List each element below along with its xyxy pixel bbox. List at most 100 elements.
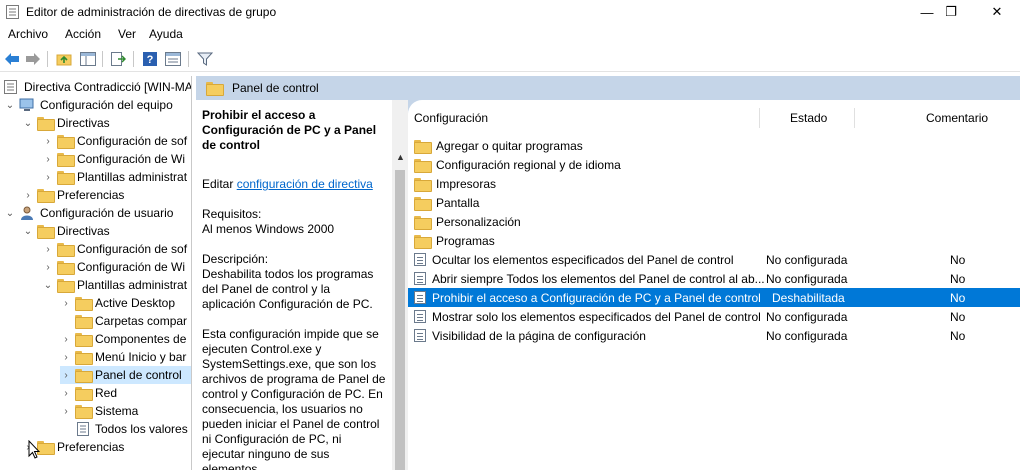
edit-prefix: Editar (202, 177, 234, 191)
chevron-right-icon[interactable]: › (42, 243, 54, 255)
tree-label: Panel de control (95, 368, 182, 382)
policy-setting-icon (414, 272, 426, 285)
scroll-up-icon[interactable]: ▲ (396, 152, 405, 162)
tree-preferencias[interactable]: › Preferencias (22, 186, 124, 204)
tree-root[interactable]: Directiva Contradicció [WIN-MA (2, 78, 192, 96)
column-header-comment[interactable]: Comentario (926, 108, 988, 128)
chevron-down-icon[interactable]: ⌄ (4, 207, 16, 219)
chevron-right-icon[interactable]: › (42, 261, 54, 273)
item-name: Configuración regional y de idioma (436, 157, 621, 172)
chevron-right-icon[interactable]: › (60, 351, 72, 363)
tree-network[interactable]: › Red (60, 384, 117, 402)
show-hide-tree-button[interactable] (79, 50, 97, 68)
export-list-button[interactable] (109, 50, 127, 68)
tree-directivas[interactable]: ⌄ Directivas (22, 114, 110, 132)
tree-admin-templates[interactable]: ⌄ Plantillas administrat (42, 276, 187, 294)
column-header-state[interactable]: Estado (790, 108, 827, 128)
tree-label: Directivas (57, 116, 110, 130)
chevron-down-icon[interactable]: ⌄ (42, 279, 54, 291)
tree-computer-config[interactable]: ⌄ Configuración del equipo (4, 96, 173, 114)
tree-windows-config[interactable]: › Configuración de Wi (42, 150, 185, 168)
list-item-folder[interactable]: Configuración regional y de idioma (408, 155, 1020, 174)
tree-label: Red (95, 386, 118, 400)
chevron-right-icon[interactable]: › (60, 405, 72, 417)
description-scrollbar[interactable]: ▲ (392, 100, 408, 470)
svg-text:?: ? (147, 54, 154, 66)
folder-icon (75, 387, 93, 401)
menu-accion[interactable]: Acción (65, 27, 101, 41)
folder-icon (414, 196, 432, 211)
help-icon: ? (143, 52, 157, 66)
tree-active-desktop[interactable]: › Active Desktop (60, 294, 175, 312)
tree-shared-folders[interactable]: Carpetas compar (60, 312, 187, 330)
column-divider[interactable] (759, 108, 760, 128)
forward-button[interactable] (24, 50, 42, 68)
list-item-folder[interactable]: Programas (408, 231, 1020, 250)
column-divider[interactable] (854, 108, 855, 128)
chevron-right-icon[interactable]: › (42, 135, 54, 147)
column-header-setting[interactable]: Configuración (414, 108, 488, 128)
tree-label: Menú Inicio y bar (95, 350, 187, 364)
chevron-right-icon[interactable]: › (42, 153, 54, 165)
edit-policy-link[interactable]: configuración de directiva (237, 177, 373, 191)
chevron-right-icon[interactable]: › (60, 297, 72, 309)
list-item-folder[interactable]: Personalización (408, 212, 1020, 231)
menu-archivo[interactable]: Archivo (8, 27, 48, 41)
banner-title: Panel de control (232, 81, 319, 95)
maximize-icon: ❐ (945, 4, 957, 19)
chevron-right-icon[interactable]: › (60, 333, 72, 345)
filter-button[interactable] (196, 50, 214, 68)
item-comment: No (950, 252, 966, 267)
folder-icon (75, 333, 93, 347)
list-item-folder[interactable]: Agregar o quitar programas (408, 136, 1020, 155)
tree-directivas[interactable]: ⌄ Directivas (22, 222, 110, 240)
tree-label: Directiva Contradicció [WIN-MA (24, 80, 192, 94)
chevron-down-icon[interactable]: ⌄ (4, 99, 16, 111)
list-item-folder[interactable]: Impresoras (408, 174, 1020, 193)
tree-software-config[interactable]: › Configuración de sof (42, 240, 187, 258)
up-folder-button[interactable] (55, 50, 73, 68)
tree-label: Configuración de Wi (77, 260, 186, 274)
maximize-button[interactable]: ❐ (928, 0, 974, 24)
chevron-right-icon[interactable]: › (22, 189, 34, 201)
menu-ver[interactable]: Ver (118, 27, 136, 41)
list-item-setting[interactable]: Mostrar solo los elementos especificados… (408, 307, 1020, 326)
list-item-setting[interactable]: Visibilidad de la página de configuració… (408, 326, 1020, 345)
back-button[interactable] (3, 50, 21, 68)
tree-windows-components[interactable]: › Componentes de (60, 330, 186, 348)
properties-button[interactable] (164, 50, 182, 68)
tree-software-config[interactable]: › Configuración de sof (42, 132, 187, 150)
chevron-down-icon[interactable]: ⌄ (22, 117, 34, 129)
tree-windows-config[interactable]: › Configuración de Wi (42, 258, 185, 276)
chevron-right-icon[interactable]: › (60, 369, 72, 381)
chevron-down-icon[interactable]: ⌄ (22, 225, 34, 237)
help-button[interactable]: ? (141, 50, 159, 68)
user-icon (21, 206, 33, 220)
tree-admin-templates[interactable]: › Plantillas administrat (42, 168, 187, 186)
tree-all-settings[interactable]: Todos los valores (60, 420, 188, 438)
menu-ayuda[interactable]: Ayuda (149, 27, 183, 41)
item-name: Ocultar los elementos especificados del … (432, 252, 734, 267)
tree-user-config[interactable]: ⌄ Configuración de usuario (4, 204, 173, 222)
tree-control-panel[interactable]: › Panel de control (60, 366, 191, 384)
item-comment: No (950, 309, 966, 324)
close-button[interactable]: ✕ (974, 0, 1020, 24)
folder-icon (37, 189, 55, 203)
scrollbar-thumb[interactable] (395, 170, 405, 470)
up-folder-icon (56, 54, 72, 66)
chevron-right-icon[interactable]: › (42, 171, 54, 183)
folder-icon (414, 177, 432, 192)
tree-label: Active Desktop (95, 296, 176, 310)
item-state: Deshabilitada (772, 290, 845, 305)
tree-start-menu[interactable]: › Menú Inicio y bar (60, 348, 186, 366)
tree-label: Preferencias (57, 440, 125, 454)
list-item-folder[interactable]: Pantalla (408, 193, 1020, 212)
list-item-setting-selected[interactable]: Prohibir el acceso a Configuración de PC… (408, 288, 1020, 307)
description-block: Descripción: Deshabilita todos los progra… (202, 252, 386, 312)
console-tree: Directiva Contradicció [WIN-MA ⌄ Configu… (0, 76, 192, 470)
list-item-setting[interactable]: Ocultar los elementos especificados del … (408, 250, 1020, 269)
folder-icon (57, 279, 75, 293)
tree-system[interactable]: › Sistema (60, 402, 138, 420)
chevron-right-icon[interactable]: › (60, 387, 72, 399)
list-item-setting[interactable]: Abrir siempre Todos los elementos del Pa… (408, 269, 1020, 288)
